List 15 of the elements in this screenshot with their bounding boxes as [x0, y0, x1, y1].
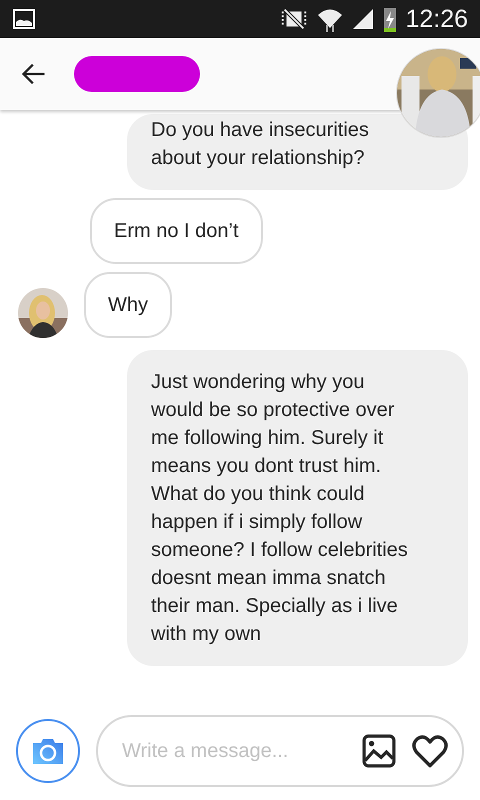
message-bubble: Erm no I don’t [90, 198, 263, 264]
gallery-button[interactable] [362, 734, 396, 768]
signal-icon [351, 7, 376, 31]
image-icon [362, 734, 396, 768]
gallery-icon [12, 7, 36, 31]
message-bubble: Why [84, 272, 172, 338]
camera-icon [30, 736, 66, 766]
message-field[interactable]: Write a message... [120, 735, 346, 767]
battery-icon [383, 6, 398, 32]
message-bubble: Just wondering why you would be so protective over me following him. Surely it means you dont trust him. What do you think could happen if i simply follow someone? I follow celebrities doesnt mean imma snatch their man. Specially as i live with my own [127, 350, 468, 666]
message-bubble: Do you have insecurities about your relationship? [127, 114, 468, 190]
clock-time: 12:26 [405, 6, 468, 32]
message-bar[interactable]: Write a message... [96, 715, 464, 787]
heart-icon [412, 734, 448, 768]
like-button[interactable] [412, 734, 448, 768]
